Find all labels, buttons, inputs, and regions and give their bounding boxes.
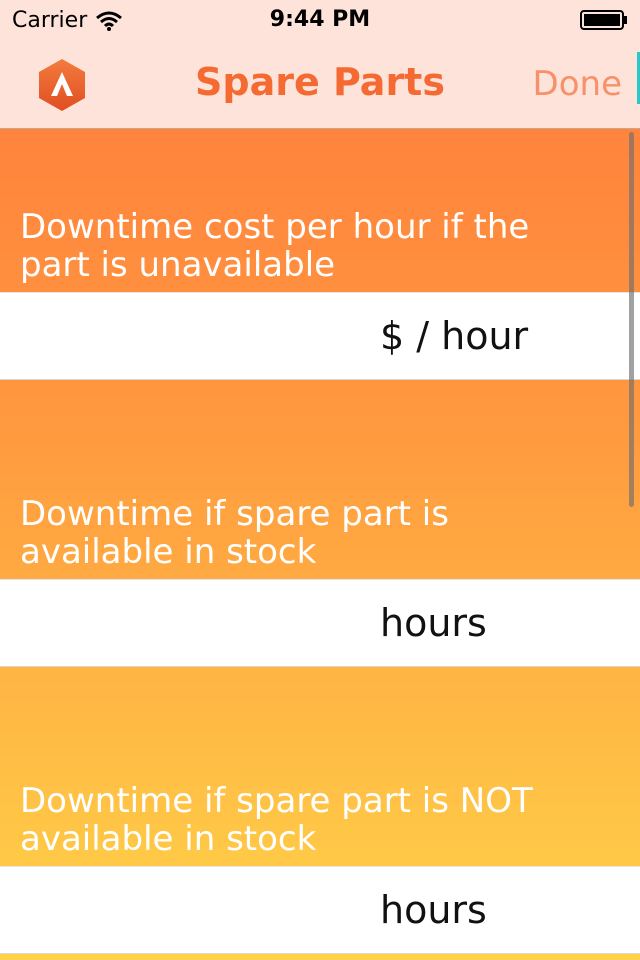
unit-label: hours xyxy=(380,601,487,645)
field-section-downtime-cost: Downtime cost per hour if the part is un… xyxy=(0,129,640,292)
scroll-indicator[interactable] xyxy=(629,132,634,507)
downtime-not-in-stock-input[interactable] xyxy=(20,885,364,937)
field-label: Downtime if spare part is available in s… xyxy=(20,494,449,572)
field-section-downtime-not-in-stock: Downtime if spare part is NOT available … xyxy=(0,666,640,866)
navigation-bar: Spare Parts Done xyxy=(0,40,640,129)
field-label: Downtime if spare part is NOT available … xyxy=(20,781,533,859)
input-row-downtime-cost[interactable]: $ / hour xyxy=(0,292,640,380)
input-row-downtime-in-stock[interactable]: hours xyxy=(0,579,640,667)
downtime-cost-input[interactable] xyxy=(20,311,364,363)
downtime-in-stock-input[interactable] xyxy=(20,598,364,650)
done-button[interactable]: Done xyxy=(533,64,622,104)
unit-label: hours xyxy=(380,888,487,932)
field-label: Downtime cost per hour if the part is un… xyxy=(20,207,530,285)
status-time: 9:44 PM xyxy=(269,7,371,32)
input-row-downtime-not-in-stock[interactable]: hours xyxy=(0,866,640,954)
unit-label: $ / hour xyxy=(380,314,529,358)
field-section-downtime-in-stock: Downtime if spare part is available in s… xyxy=(0,379,640,579)
status-bar: Carrier 9:44 PM xyxy=(0,0,640,40)
battery-icon xyxy=(580,10,627,30)
